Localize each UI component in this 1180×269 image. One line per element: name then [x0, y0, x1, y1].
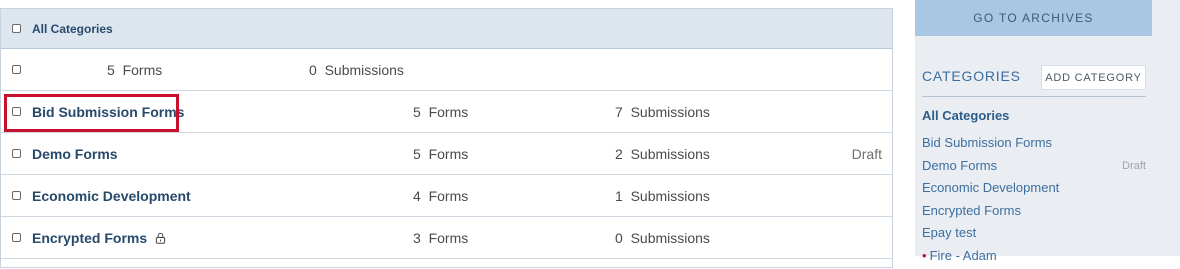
table-row[interactable]: Economic Development 4 Forms 1 Submissio… [1, 175, 892, 217]
lock-icon [155, 232, 166, 244]
table-row[interactable]: Bid Submission Forms 5 Forms 7 Submissio… [1, 91, 892, 133]
row-checkbox[interactable] [12, 191, 21, 200]
category-name-link[interactable]: Bid Submission Forms [32, 104, 184, 120]
row-checkbox[interactable] [12, 65, 21, 74]
sidebar: GO TO ARCHIVES CATEGORIES ADD CATEGORY A… [915, 0, 1180, 263]
sidebar-item-label: All Categories [922, 108, 1010, 123]
select-all-checkbox[interactable] [12, 24, 21, 33]
submissions-count: 1 Submissions [615, 187, 710, 204]
sidebar-item-fire-adam[interactable]: • Fire - Adam [922, 246, 1146, 269]
category-name[interactable]: Encrypted Forms [32, 230, 147, 246]
category-name[interactable]: Bid Submission Forms [32, 104, 184, 120]
category-name-link[interactable]: Encrypted Forms [32, 230, 166, 246]
submissions-count: 0 Submissions [309, 61, 404, 78]
sidebar-item-label: Demo Forms [922, 157, 998, 173]
forms-count: 5 Forms [413, 103, 469, 120]
sidebar-item-epay-test[interactable]: Epay test [922, 223, 1146, 246]
categories-heading: CATEGORIES [922, 68, 1021, 84]
category-name[interactable]: Economic Development [32, 188, 191, 204]
categories-table: All Categories 5 Forms 0 Submissions Bid… [0, 8, 893, 268]
header-label: All Categories [32, 21, 113, 36]
row-checkbox[interactable] [12, 233, 21, 242]
table-row[interactable]: 5 Forms 0 Submissions [1, 49, 892, 91]
sidebar-item-economic-development[interactable]: Economic Development [922, 178, 1146, 201]
row-checkbox[interactable] [12, 107, 21, 116]
sidebar-item-label: Epay test [922, 225, 977, 241]
submissions-count: 2 Submissions [615, 145, 710, 162]
table-row[interactable]: Demo Forms 5 Forms 2 Submissions Draft [1, 133, 892, 175]
forms-count: 4 Forms [413, 187, 469, 204]
sidebar-item-demo-forms[interactable]: Demo Forms Draft [922, 156, 1146, 179]
sidebar-item-label: Encrypted Forms [922, 202, 1021, 218]
category-name-link[interactable]: Demo Forms [32, 146, 118, 162]
sidebar-item-encrypted-forms[interactable]: Encrypted Forms [922, 201, 1146, 224]
submissions-count: 7 Submissions [615, 103, 710, 120]
forms-count: 5 Forms [413, 145, 469, 162]
category-name-link[interactable]: Economic Development [32, 188, 191, 204]
go-to-archives-button[interactable]: GO TO ARCHIVES [915, 0, 1152, 36]
sidebar-item-label: Bid Submission Forms [922, 135, 1053, 150]
sidebar-item-all-categories[interactable]: All Categories [922, 106, 1146, 133]
category-list: All Categories Bid Submission Forms Demo… [922, 106, 1146, 269]
bullet-dot-icon: • [922, 247, 927, 263]
status-badge: Draft [851, 145, 882, 162]
forms-count: 3 Forms [413, 229, 469, 246]
divider [922, 96, 1146, 97]
sidebar-item-bid-submission-forms[interactable]: Bid Submission Forms [922, 133, 1146, 156]
table-header: All Categories [1, 9, 892, 49]
sidebar-item-label: Economic Development [922, 180, 1060, 196]
row-checkbox[interactable] [12, 149, 21, 158]
category-name[interactable]: Demo Forms [32, 146, 118, 162]
sidebar-item-label: Fire - Adam [929, 247, 997, 263]
add-category-button[interactable]: ADD CATEGORY [1041, 65, 1146, 90]
draft-tag: Draft [1122, 159, 1146, 172]
forms-count: 5 Forms [107, 61, 163, 78]
table-row[interactable]: Encrypted Forms 3 Forms 0 Submissions [1, 217, 892, 259]
submissions-count: 0 Submissions [615, 229, 710, 246]
